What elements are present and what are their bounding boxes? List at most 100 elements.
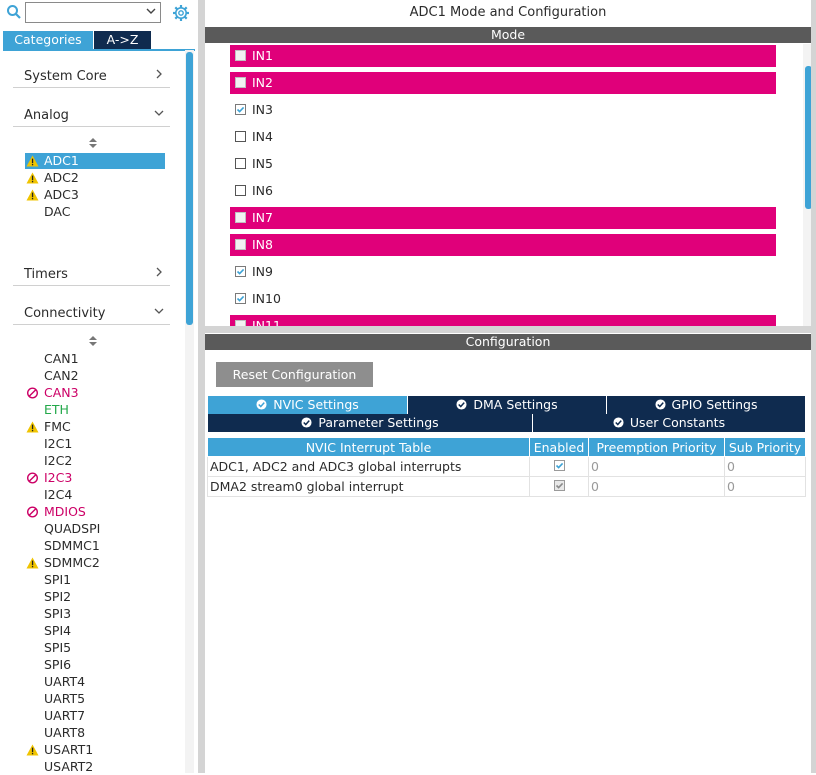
peripheral-item-eth[interactable]: ETH [25, 402, 165, 418]
enabled-cell[interactable] [529, 476, 589, 497]
peripheral-item-uart4[interactable]: UART4 [25, 674, 165, 690]
peripheral-item-dac[interactable]: DAC [25, 204, 165, 220]
peripheral-item-uart8[interactable]: UART8 [25, 725, 165, 741]
mode-row-in5[interactable]: IN5 [230, 153, 776, 175]
preemption-priority[interactable]: 0 [588, 476, 725, 497]
category-system-core[interactable]: System Core [13, 61, 170, 88]
tab-a-z[interactable]: A->Z [94, 31, 151, 49]
peripheral-label: CAN1 [44, 351, 79, 366]
column-header[interactable]: Sub Priority [724, 437, 806, 457]
peripheral-item-adc3[interactable]: ADC3 [25, 187, 165, 203]
peripheral-item-adc2[interactable]: ADC2 [25, 170, 165, 186]
peripheral-item-i2c4[interactable]: I2C4 [25, 487, 165, 503]
tab-nvic-settings[interactable]: NVIC Settings [208, 396, 407, 414]
mode-row-in2[interactable]: IN2 [230, 72, 776, 94]
peripheral-item-spi3[interactable]: SPI3 [25, 606, 165, 622]
peripheral-item-usart1[interactable]: USART1 [25, 742, 165, 758]
mode-row-in7[interactable]: IN7 [230, 207, 776, 229]
mode-row-in11[interactable]: IN11 [230, 315, 776, 326]
gear-icon[interactable] [172, 4, 190, 22]
peripheral-label: DAC [44, 204, 71, 219]
peripheral-item-sdmmc1[interactable]: SDMMC1 [25, 538, 165, 554]
sub-priority[interactable]: 0 [724, 476, 806, 497]
peripheral-label: SDMMC2 [44, 555, 100, 570]
tab-gpio-settings[interactable]: GPIO Settings [607, 396, 805, 414]
peripheral-item-spi2[interactable]: SPI2 [25, 589, 165, 605]
checkbox[interactable] [235, 185, 246, 196]
mode-row-in8[interactable]: IN8 [230, 234, 776, 256]
checkbox-checked[interactable] [235, 266, 246, 277]
tab-dma-settings[interactable]: DMA Settings [408, 396, 606, 414]
view-tab-bar: Categories A->Z [3, 31, 195, 51]
column-header[interactable]: Enabled [529, 437, 589, 457]
peripheral-item-spi6[interactable]: SPI6 [25, 657, 165, 673]
left-scrollbar-thumb[interactable] [186, 52, 193, 325]
peripheral-item-i2c3[interactable]: I2C3 [25, 470, 165, 486]
panel-divider[interactable] [198, 0, 205, 773]
search-field[interactable] [26, 3, 142, 22]
mode-row-in9[interactable]: IN9 [230, 261, 776, 283]
peripheral-item-i2c1[interactable]: I2C1 [25, 436, 165, 452]
column-header[interactable]: Preemption Priority [588, 437, 725, 457]
checkbox[interactable] [235, 77, 246, 88]
tab-user-constants[interactable]: User Constants [533, 414, 805, 432]
mode-row-in1[interactable]: IN1 [230, 45, 776, 67]
peripheral-item-adc1[interactable]: ADC1 [25, 153, 165, 169]
search-input[interactable] [25, 2, 161, 23]
table-row[interactable]: DMA2 stream0 global interrupt 0 0 [207, 476, 806, 497]
peripheral-item-fmc[interactable]: FMC [25, 419, 165, 435]
peripheral-label: ADC3 [44, 187, 79, 202]
checkbox[interactable] [235, 212, 246, 223]
peripheral-item-uart5[interactable]: UART5 [25, 691, 165, 707]
peripheral-label: UART8 [44, 725, 86, 740]
peripheral-label: I2C4 [44, 487, 73, 502]
peripheral-item-quadspi[interactable]: QUADSPI [25, 521, 165, 537]
tab-label: DMA Settings [473, 397, 558, 412]
mode-row-in4[interactable]: IN4 [230, 126, 776, 148]
category-connectivity[interactable]: Connectivity [13, 298, 170, 325]
enabled-cell[interactable] [529, 456, 589, 477]
peripheral-label: UART7 [44, 708, 86, 723]
peripheral-label: ADC1 [44, 153, 79, 168]
chevron-right-icon [156, 267, 162, 277]
peripheral-item-spi5[interactable]: SPI5 [25, 640, 165, 656]
mode-row-in6[interactable]: IN6 [230, 180, 776, 202]
tab-categories[interactable]: Categories [3, 31, 93, 49]
sub-priority[interactable]: 0 [724, 456, 806, 477]
checkbox-checked[interactable] [553, 460, 565, 471]
mode-row-in3[interactable]: IN3 [230, 99, 776, 121]
mode-row-in10[interactable]: IN10 [230, 288, 776, 310]
peripheral-item-i2c2[interactable]: I2C2 [25, 453, 165, 469]
category-analog[interactable]: Analog [13, 100, 170, 127]
reset-configuration-button[interactable]: Reset Configuration [216, 362, 373, 387]
peripheral-item-can1[interactable]: CAN1 [25, 351, 165, 367]
search-icon[interactable] [6, 4, 22, 20]
sort-icon[interactable] [89, 336, 97, 346]
checkbox[interactable] [235, 239, 246, 250]
column-header[interactable]: NVIC Interrupt Table [207, 437, 530, 457]
peripheral-label: SPI1 [44, 572, 72, 587]
peripheral-label: I2C2 [44, 453, 73, 468]
sort-icon[interactable] [89, 138, 97, 148]
peripheral-item-can2[interactable]: CAN2 [25, 368, 165, 384]
checkbox[interactable] [235, 158, 246, 169]
peripheral-item-can3[interactable]: CAN3 [25, 385, 165, 401]
table-row[interactable]: ADC1, ADC2 and ADC3 global interrupts 0 0 [207, 456, 806, 477]
peripheral-item-uart7[interactable]: UART7 [25, 708, 165, 724]
horizontal-splitter[interactable] [205, 326, 816, 333]
preemption-priority[interactable]: 0 [588, 456, 725, 477]
checkbox-checked[interactable] [235, 293, 246, 304]
tab-parameter-settings[interactable]: Parameter Settings [208, 414, 532, 432]
window-edge [811, 0, 816, 773]
peripheral-item-spi4[interactable]: SPI4 [25, 623, 165, 639]
chevron-down-icon[interactable] [146, 6, 156, 16]
checkbox[interactable] [235, 50, 246, 61]
checkbox-checked[interactable] [235, 104, 246, 115]
category-timers[interactable]: Timers [13, 259, 170, 286]
checkbox[interactable] [235, 131, 246, 142]
checkbox-checked[interactable] [553, 480, 565, 491]
peripheral-item-sdmmc2[interactable]: SDMMC2 [25, 555, 165, 571]
check-circle-icon [654, 399, 666, 410]
peripheral-item-mdios[interactable]: MDIOS [25, 504, 165, 520]
peripheral-item-spi1[interactable]: SPI1 [25, 572, 165, 588]
